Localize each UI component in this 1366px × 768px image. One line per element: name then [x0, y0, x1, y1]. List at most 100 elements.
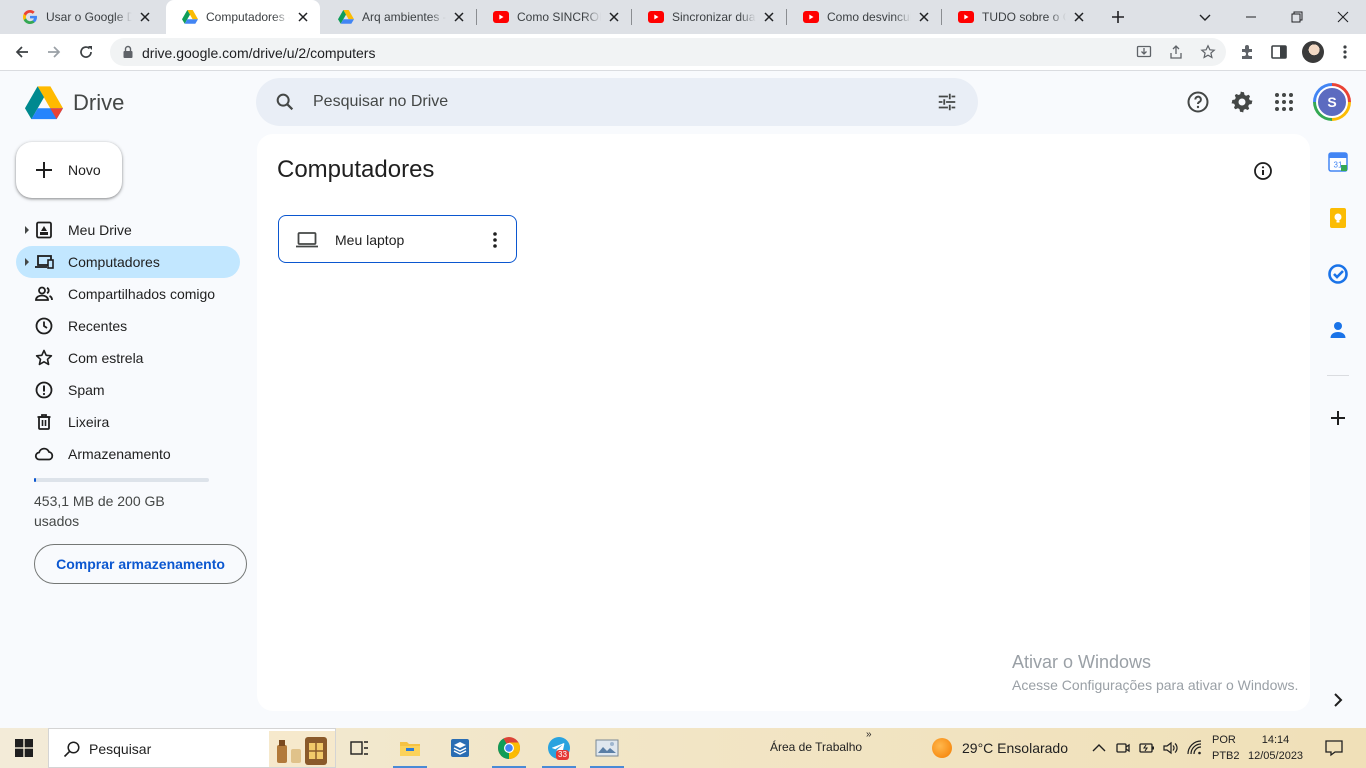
buy-storage-button[interactable]: Comprar armazenamento — [34, 544, 247, 584]
windows-logo-icon — [15, 739, 33, 757]
power-battery-icon[interactable] — [1138, 739, 1156, 757]
browser-tab-strip: Usar o Google Drive Computadores - Googl… — [0, 0, 1366, 34]
close-tab-icon[interactable] — [917, 10, 931, 24]
chevron-right-icon[interactable] — [1327, 689, 1349, 711]
drive-logo[interactable]: Drive — [25, 86, 124, 120]
nav-item-shared[interactable]: Compartilhados comigo — [16, 278, 240, 310]
account-avatar[interactable]: S — [1313, 83, 1351, 121]
start-button[interactable] — [0, 728, 48, 768]
close-tab-icon[interactable] — [607, 10, 621, 24]
calendar-icon[interactable]: 31 — [1327, 151, 1349, 173]
close-tab-icon[interactable] — [452, 10, 466, 24]
close-tab-icon[interactable] — [138, 10, 152, 24]
keep-icon[interactable] — [1327, 207, 1349, 229]
restore-button[interactable] — [1274, 0, 1320, 34]
help-icon[interactable] — [1186, 90, 1210, 114]
taskbar-search[interactable]: Pesquisar — [48, 728, 336, 768]
more-actions-icon[interactable] — [487, 230, 503, 250]
nav-item-recent[interactable]: Recentes — [16, 310, 240, 342]
laptop-icon — [296, 232, 318, 248]
minimize-button[interactable] — [1228, 0, 1274, 34]
search-input[interactable]: Pesquisar no Drive — [313, 93, 448, 111]
share-icon[interactable] — [1168, 44, 1184, 60]
contacts-icon[interactable] — [1327, 319, 1349, 341]
input-language-indicator[interactable]: POR PTB2 — [1212, 732, 1240, 764]
nav-item-computers[interactable]: Computadores — [16, 246, 240, 278]
file-explorer-button[interactable] — [387, 728, 433, 768]
address-bar[interactable]: drive.google.com/drive/u/2/computers — [110, 38, 1226, 66]
tasks-icon[interactable] — [1327, 263, 1349, 285]
browser-tab[interactable]: Como desvincular — [787, 0, 941, 34]
side-panel-divider — [1327, 375, 1349, 376]
task-view-button[interactable] — [337, 728, 383, 768]
weather-widget[interactable]: 29°C Ensolarado — [932, 738, 1068, 758]
tab-title: Sincronizar duas pastas — [672, 10, 756, 24]
side-panel-icon[interactable] — [1270, 43, 1288, 61]
url-text[interactable]: drive.google.com/drive/u/2/computers — [142, 45, 375, 61]
star-bookmark-icon[interactable] — [1200, 44, 1216, 60]
chrome-button[interactable] — [486, 728, 532, 768]
nav-item-trash[interactable]: Lixeira — [16, 406, 240, 438]
desktop-toolbar-label[interactable]: Área de Trabalho — [770, 740, 862, 754]
extensions-puzzle-icon[interactable] — [1238, 43, 1256, 61]
search-bar[interactable]: Pesquisar no Drive — [256, 78, 978, 126]
apps-grid-icon[interactable] — [1272, 90, 1296, 114]
expand-caret-icon[interactable] — [25, 226, 29, 234]
browser-tab[interactable]: Como SINCRONIZAR — [477, 0, 631, 34]
close-tab-icon[interactable] — [762, 10, 776, 24]
nav-item-my-drive[interactable]: Meu Drive — [16, 214, 240, 246]
storage-quota-fill — [34, 478, 37, 482]
back-button[interactable] — [10, 40, 34, 64]
nav-item-spam[interactable]: Spam — [16, 374, 240, 406]
search-options-icon[interactable] — [936, 91, 958, 113]
lock-icon[interactable] — [120, 44, 136, 60]
kebab-menu-icon[interactable] — [1336, 43, 1354, 61]
nav-label: Com estrela — [68, 350, 144, 366]
install-app-icon[interactable] — [1136, 44, 1152, 60]
settings-gear-icon[interactable] — [1230, 90, 1254, 114]
photos-app-button[interactable] — [584, 728, 630, 768]
nav-item-starred[interactable]: Com estrela — [16, 342, 240, 374]
close-tab-icon[interactable] — [1072, 10, 1086, 24]
telegram-button[interactable]: 33 — [536, 728, 582, 768]
add-addon-plus-icon[interactable] — [1327, 407, 1349, 429]
browser-tab[interactable]: Usar o Google Drive — [6, 0, 162, 34]
wifi-icon[interactable] — [1186, 739, 1204, 757]
folder-icon — [400, 742, 420, 756]
show-hidden-icons-chevron-icon[interactable] — [1090, 739, 1108, 757]
search-icon[interactable] — [274, 91, 296, 113]
browser-tab-active[interactable]: Computadores - Google Drive — [166, 0, 320, 34]
star-icon — [35, 349, 53, 366]
trash-icon — [37, 414, 51, 430]
clock-date: 12/05/2023 — [1248, 750, 1304, 762]
computer-card[interactable]: Meu laptop — [278, 215, 517, 263]
nav-label: Meu Drive — [68, 222, 132, 238]
shared-icon — [35, 286, 53, 301]
browser-tab[interactable]: TUDO sobre o GOOGLE — [942, 0, 1096, 34]
taskbar-clock[interactable]: 14:14 12/05/2023 — [1248, 732, 1303, 764]
browser-toolbar: drive.google.com/drive/u/2/computers — [0, 34, 1366, 71]
close-tab-icon[interactable] — [296, 10, 310, 24]
expand-caret-icon[interactable] — [25, 258, 29, 266]
info-icon[interactable] — [1253, 161, 1273, 181]
new-button[interactable]: Novo — [16, 142, 122, 198]
forward-button[interactable] — [42, 40, 66, 64]
new-tab-plus-icon[interactable] — [1108, 7, 1128, 27]
cloud-icon — [34, 447, 54, 461]
search-icon — [63, 741, 80, 758]
notifications-icon[interactable] — [1324, 738, 1344, 758]
toolbar-expand-chevron-icon[interactable]: » — [866, 729, 872, 740]
nav-label: Lixeira — [68, 414, 110, 430]
taskbar-search-label: Pesquisar — [89, 741, 152, 757]
reload-button[interactable] — [74, 40, 98, 64]
profile-avatar[interactable] — [1302, 41, 1324, 63]
meet-now-icon[interactable] — [1114, 739, 1132, 757]
browser-tab[interactable]: Sincronizar duas pastas — [632, 0, 786, 34]
tab-search-button[interactable] — [1182, 0, 1228, 34]
browser-tab[interactable]: Arq ambientes - Google Drive — [322, 0, 476, 34]
volume-icon[interactable] — [1162, 739, 1180, 757]
close-window-button[interactable] — [1320, 0, 1366, 34]
layers-app-button[interactable] — [437, 728, 483, 768]
task-view-icon — [350, 741, 368, 755]
nav-item-storage[interactable]: Armazenamento — [16, 438, 240, 470]
